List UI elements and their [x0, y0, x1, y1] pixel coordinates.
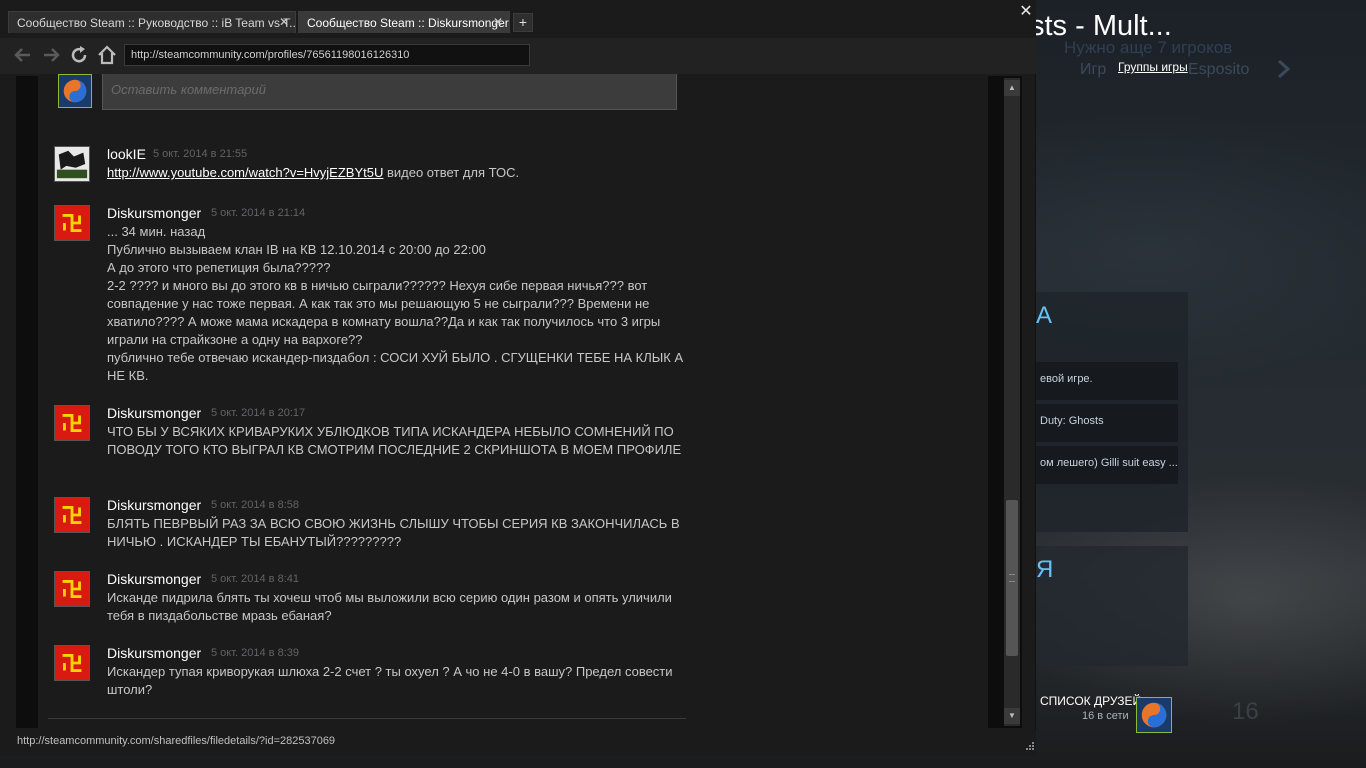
panel-accent-text: A [1036, 302, 1053, 329]
close-window-icon[interactable]: ✕ [1018, 4, 1034, 20]
resize-grip-icon[interactable] [1024, 740, 1034, 750]
comment-text: ЧТО БЫ У ВСЯКИХ КРИВАРУКИХ УБЛЮДКОВ ТИПА… [107, 423, 697, 459]
secondary-panel [1036, 546, 1188, 666]
commenter-avatar[interactable] [54, 497, 90, 533]
game-groups-link[interactable]: Группы игры [1118, 60, 1188, 74]
comment-date: 5 окт. 2014 в 8:58 [211, 499, 299, 511]
comment-input[interactable]: Оставить комментарий [102, 74, 677, 110]
status-bar: http://steamcommunity.com/sharedfiles/fi… [0, 730, 1036, 756]
comment-author[interactable]: Diskursmonger [107, 405, 201, 421]
chevron-right-icon[interactable] [1272, 58, 1294, 80]
friends-online-count: 16 в сети [1082, 710, 1129, 722]
home-icon[interactable] [96, 44, 118, 66]
reload-icon[interactable] [68, 44, 90, 66]
user-avatar[interactable] [1136, 697, 1172, 733]
comment-line: А до этого что репетиция была????? [107, 260, 331, 275]
panel2-accent-text: Я [1036, 556, 1054, 583]
comment-line: БЛЯТЬ ПЕВРВЫЙ РАЗ ЗА ВСЮ СВОЮ ЖИЗНЬ СЛЫШ… [107, 516, 680, 549]
comment-author[interactable]: Diskursmonger [107, 645, 201, 661]
commenter-avatar[interactable] [54, 146, 90, 182]
comment-text: http://www.youtube.com/watch?v=HvyjEZBYt… [107, 164, 697, 182]
tab-label: Сообщество Steam :: Руководство :: iB Te… [17, 16, 296, 30]
comment-date: 5 окт. 2014 в 21:55 [153, 148, 248, 160]
page-scrollbar[interactable]: ▲ ▼ [1004, 78, 1020, 726]
comments-divider [48, 718, 686, 719]
friends-count: 16 [1232, 698, 1259, 725]
comment-date: 5 окт. 2014 в 8:41 [211, 573, 299, 585]
address-bar[interactable]: http://steamcommunity.com/profiles/76561… [124, 44, 530, 66]
tab-bar: Сообщество Steam :: Руководство :: iB Te… [0, 0, 1036, 38]
games-name: Esposito [1188, 61, 1250, 78]
commenter-avatar[interactable] [54, 571, 90, 607]
comment-line: 2-2 ???? и много вы до этого кв в ничью … [107, 278, 661, 347]
need-players-text: Нужно аще 7 игроков [1064, 38, 1233, 57]
comment-line: публично тебе отвечаю искандер-пиздабол … [107, 350, 684, 383]
comment-date: 5 окт. 2014 в 21:14 [211, 207, 306, 219]
new-tab-button[interactable]: + [513, 13, 533, 32]
forward-arrow-icon[interactable] [40, 44, 62, 66]
grip-icon [1009, 574, 1015, 582]
close-tab-icon[interactable]: ✕ [278, 16, 290, 28]
comment-line: Публично вызываем клан IB на КВ 12.10.20… [107, 242, 486, 257]
comment-author[interactable]: Diskursmonger [107, 205, 201, 221]
comment-text-tail: видео ответ для ТОС. [383, 165, 520, 180]
self-avatar [58, 74, 92, 108]
activity-row[interactable]: ом лешего) Gilli suit easy ... [1036, 446, 1178, 484]
back-arrow-icon[interactable] [12, 44, 34, 66]
scroll-down-icon[interactable]: ▼ [1004, 708, 1020, 724]
activity-row[interactable]: Duty: Ghosts [1036, 404, 1178, 442]
comment-text: Искандер тупая криворукая шлюха 2-2 счет… [107, 663, 697, 699]
activity-row[interactable]: евой игре. [1036, 362, 1178, 400]
comment-line: ... 34 мин. назад [107, 224, 206, 239]
commenter-avatar[interactable] [54, 205, 90, 241]
scroll-up-icon[interactable]: ▲ [1004, 80, 1020, 96]
comment-text: БЛЯТЬ ПЕВРВЫЙ РАЗ ЗА ВСЮ СВОЮ ЖИЗНЬ СЛЫШ… [107, 515, 697, 551]
comment-date: 5 окт. 2014 в 8:39 [211, 647, 299, 659]
comment-author[interactable]: lookIE [107, 146, 146, 162]
browser-tab[interactable]: Сообщество Steam :: Руководство :: iB Te… [8, 11, 296, 33]
close-tab-icon[interactable]: ✕ [492, 16, 504, 28]
comment-line: ЧТО БЫ У ВСЯКИХ КРИВАРУКИХ УБЛЮДКОВ ТИПА… [107, 424, 682, 457]
friends-list-label[interactable]: СПИСОК ДРУЗЕЙ [1040, 694, 1141, 708]
comment-author[interactable]: Diskursmonger [107, 497, 201, 513]
comment-date: 5 окт. 2014 в 20:17 [211, 407, 306, 419]
comment-text: Исканде пидрила блять ты хочеш чтоб мы в… [107, 589, 697, 625]
commenter-avatar[interactable] [54, 405, 90, 441]
tab-label: Сообщество Steam :: Diskursmonger [307, 16, 509, 30]
comment-line: Исканде пидрила блять ты хочеш чтоб мы в… [107, 590, 672, 623]
comment-line: Искандер тупая криворукая шлюха 2-2 счет… [107, 664, 673, 697]
comment-text: ... 34 мин. назад Публично вызываем клан… [107, 223, 697, 385]
commenter-avatar[interactable] [54, 645, 90, 681]
games-label: Игр [1080, 61, 1107, 78]
browser-tab-active[interactable]: Сообщество Steam :: Diskursmonger ✕ [298, 11, 510, 33]
scrollbar-thumb[interactable] [1006, 500, 1018, 656]
overlay-browser-window: Сообщество Steam :: Руководство :: iB Te… [0, 0, 1036, 756]
comment-author[interactable]: Diskursmonger [107, 571, 201, 587]
comment-link[interactable]: http://www.youtube.com/watch?v=HvyjEZBYt… [107, 165, 383, 180]
